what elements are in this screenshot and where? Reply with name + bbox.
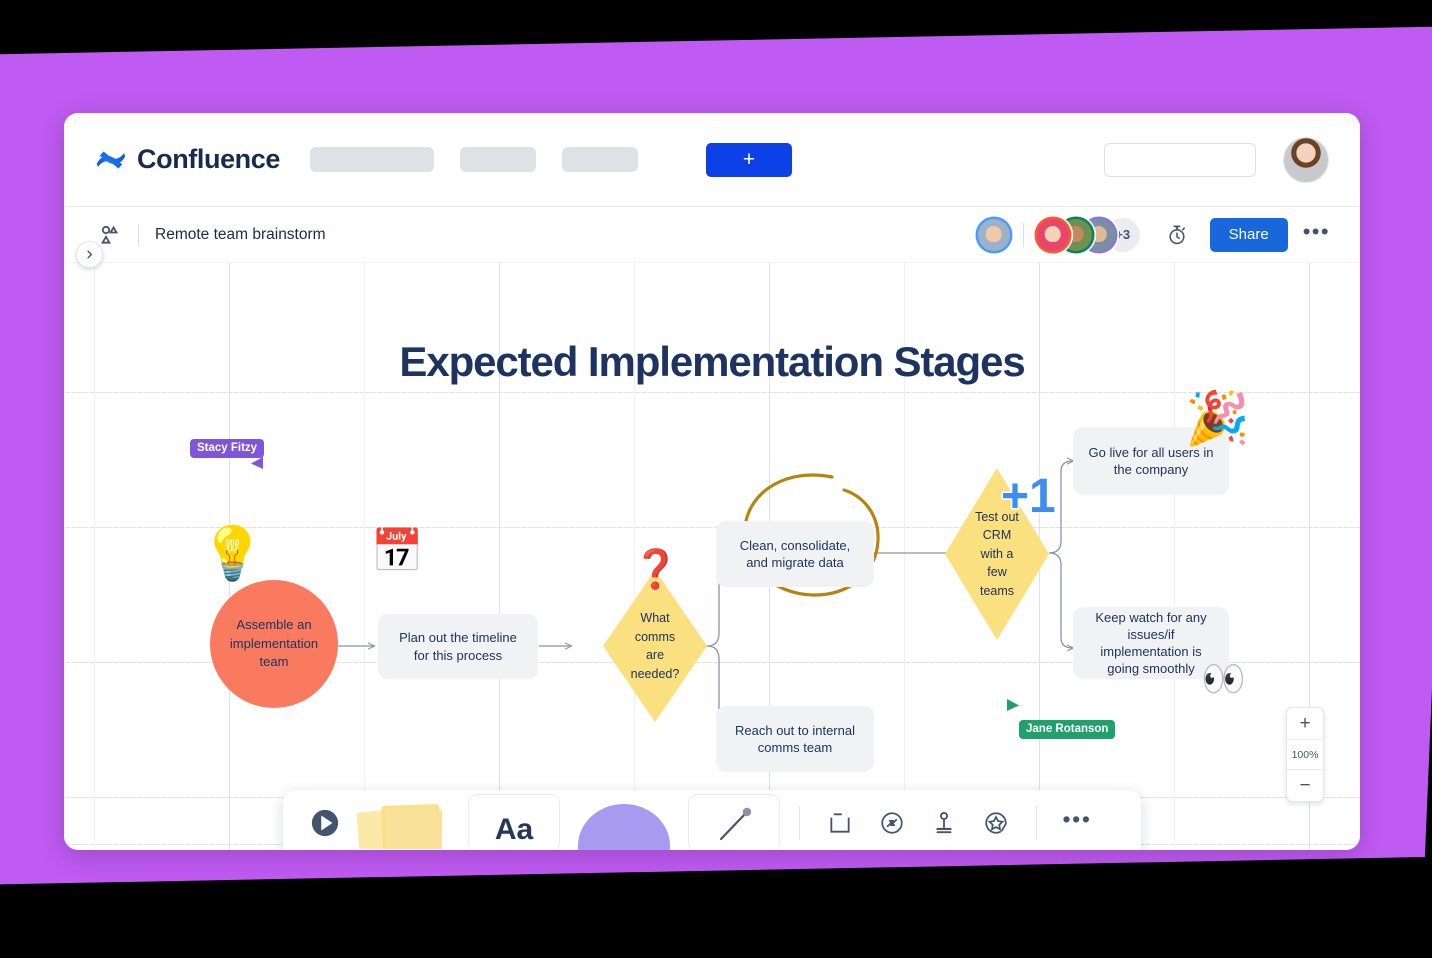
calendar-emoji[interactable]: 📅 (371, 530, 423, 572)
avatar-collaborator-1[interactable] (1036, 218, 1069, 251)
question-mark-emoji[interactable]: ❓ (632, 551, 679, 589)
tool-frame[interactable] (814, 795, 866, 850)
chevron-right-icon (87, 250, 93, 259)
board-more-button[interactable]: ••• (1303, 220, 1330, 244)
zoom-in-button[interactable]: + (1287, 708, 1323, 739)
tool-jira-link[interactable] (866, 795, 918, 850)
node-what-comms-label: What comms are needed? (630, 611, 680, 681)
confluence-logo-icon (96, 150, 126, 169)
text-tool-label: Aa (494, 813, 534, 846)
plus-one-emoji[interactable]: +1 (1000, 471, 1058, 522)
node-plan-timeline[interactable]: Plan out the timeline for this process (378, 614, 538, 679)
sidebar-expand-button[interactable] (76, 241, 103, 268)
board-header-actions: +3 Share ••• (977, 217, 1330, 252)
cursor-label-jane: Jane Rotanson (1019, 720, 1116, 739)
jira-smart-link-icon (881, 812, 903, 834)
tool-sticker[interactable] (970, 795, 1022, 850)
board-header-bar: Remote team brainstorm +3 Share ••• (64, 207, 1360, 263)
node-internal-comms[interactable]: Reach out to internal comms team (716, 706, 874, 772)
frame-icon (830, 813, 850, 833)
nav-placeholder-1[interactable] (310, 147, 435, 172)
toolbar-divider-2 (1036, 806, 1037, 840)
zoom-level: 100% (1287, 739, 1323, 770)
tool-select[interactable] (299, 795, 351, 850)
stopwatch-icon (1169, 224, 1185, 244)
screenshot-root: Confluence + Remote team brainstorm +3 S… (0, 0, 1432, 958)
tool-pen[interactable] (688, 794, 780, 850)
tool-shape[interactable] (565, 795, 683, 850)
party-popper-emoji[interactable]: 🎉 (1185, 393, 1250, 445)
tool-sticky-notes[interactable] (351, 795, 463, 850)
avatar-self[interactable] (977, 218, 1010, 251)
node-assemble-team[interactable]: Assemble an implementation team (210, 580, 338, 708)
cursor-select-icon (311, 809, 339, 837)
header-divider (138, 223, 139, 246)
board-toolbar: Aa ••• (283, 790, 1141, 850)
lightbulb-emoji[interactable]: 💡 (200, 528, 265, 580)
create-button[interactable]: + (706, 142, 793, 177)
search-input[interactable] (1122, 152, 1277, 167)
sticker-star-icon (985, 812, 1008, 834)
canvas-title[interactable]: Expected Implementation Stages (64, 338, 1360, 386)
eyes-emoji[interactable]: 👀 (1201, 661, 1246, 697)
global-navigation-bar: Confluence + (64, 113, 1360, 207)
tool-text[interactable]: Aa (468, 794, 560, 850)
confluence-window: Confluence + Remote team brainstorm +3 S… (64, 113, 1360, 850)
cursor-pointer-stacy (251, 457, 263, 469)
nav-placeholder-2[interactable] (460, 147, 537, 172)
nav-placeholder-group (310, 147, 639, 172)
nav-placeholder-3[interactable] (562, 147, 639, 172)
user-avatar[interactable] (1284, 137, 1328, 182)
brand-name: Confluence (137, 144, 281, 174)
timer-button[interactable] (1162, 220, 1192, 250)
whiteboard-icon (101, 225, 119, 244)
tool-stamp[interactable] (918, 795, 970, 850)
pen-tool-icon (719, 807, 752, 841)
cursor-pointer-jane (1007, 699, 1019, 711)
node-what-comms[interactable]: What comms are needed? (603, 570, 707, 722)
shape-tool-icon (578, 804, 670, 850)
board-title[interactable]: Remote team brainstorm (155, 226, 326, 244)
global-nav-right (1104, 137, 1328, 182)
sticky-notes-icon (356, 804, 442, 849)
toolbar-divider-1 (799, 806, 800, 840)
avatar-divider (1022, 222, 1024, 247)
zoom-out-button[interactable]: − (1287, 770, 1323, 801)
share-button[interactable]: Share (1209, 217, 1288, 252)
zoom-controls: + 100% − (1286, 707, 1324, 802)
collaborator-avatars: +3 (1036, 217, 1140, 252)
search-box[interactable] (1104, 142, 1277, 177)
brand[interactable]: Confluence (96, 144, 280, 175)
tool-more[interactable]: ••• (1051, 795, 1103, 850)
stamp-icon (936, 812, 952, 834)
node-migrate-data[interactable]: Clean, consolidate, and migrate data (716, 521, 874, 587)
whiteboard-canvas[interactable]: Expected Implementation Stages Assemble … (64, 263, 1360, 850)
